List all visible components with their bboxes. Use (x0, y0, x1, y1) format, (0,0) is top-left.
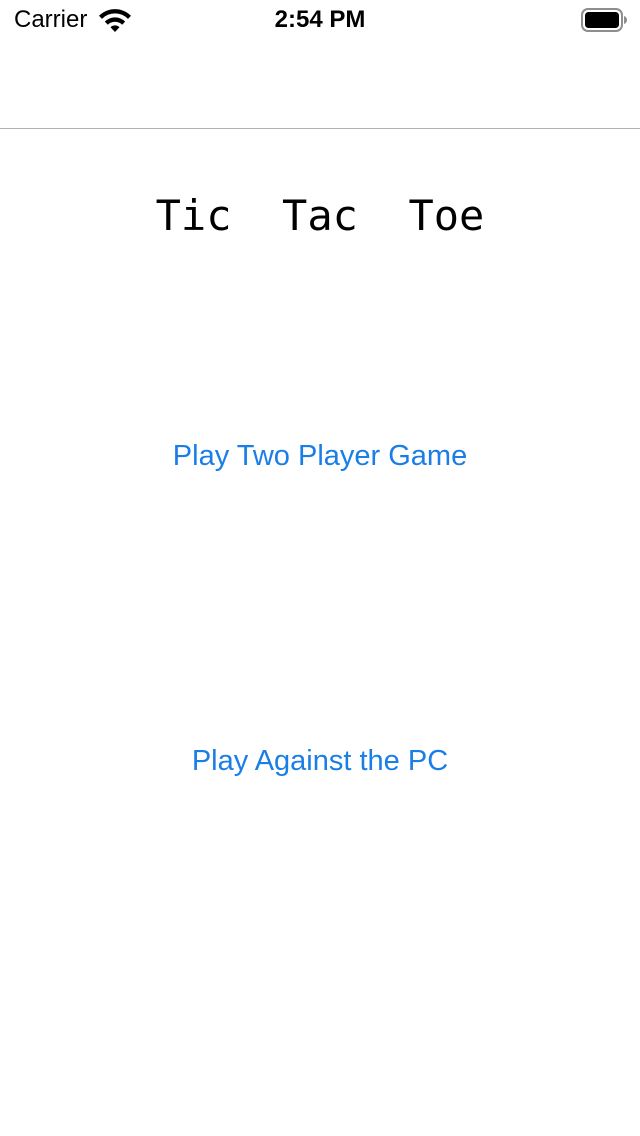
page-title: Tic Tac Toe (155, 191, 485, 240)
play-two-player-button[interactable]: Play Two Player Game (0, 438, 640, 474)
status-bar: Carrier 2:54 PM (0, 0, 640, 40)
battery-icon (581, 8, 627, 32)
navigation-bar (0, 40, 640, 129)
play-against-pc-button[interactable]: Play Against the PC (0, 743, 640, 779)
status-time: 2:54 PM (274, 6, 366, 33)
